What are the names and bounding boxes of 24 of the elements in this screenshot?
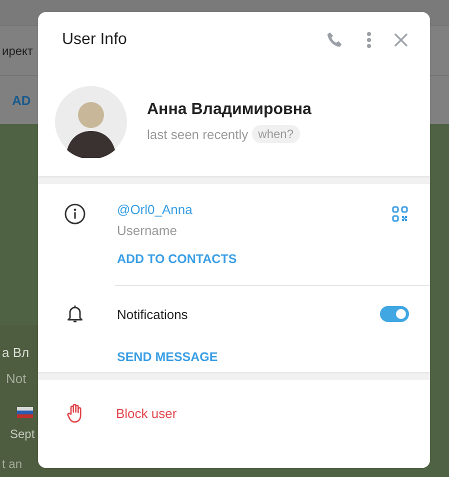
avatar[interactable] (55, 86, 127, 158)
when-button[interactable]: when? (252, 125, 300, 143)
notifications-label: Notifications (117, 306, 189, 322)
qr-code-icon[interactable] (392, 206, 408, 222)
flag-icon (17, 406, 33, 418)
more-icon[interactable] (366, 31, 372, 49)
last-seen-status: last seen recently (147, 126, 248, 142)
close-icon[interactable] (394, 33, 408, 47)
phone-icon[interactable] (326, 31, 344, 49)
add-link[interactable]: AD (12, 92, 31, 108)
add-to-contacts-link[interactable]: ADD TO CONTACTS (117, 244, 237, 274)
username-label: Username (117, 223, 178, 238)
send-message-link[interactable]: SEND MESSAGE (117, 342, 218, 372)
panel-text: Sept (10, 427, 35, 441)
profile-name: Анна Владимировна (147, 101, 312, 119)
dialog-title: User Info (62, 31, 127, 49)
panel-text: t an (2, 457, 22, 471)
panel-note: Not (6, 371, 26, 388)
notifications-toggle[interactable] (380, 306, 409, 322)
username-link[interactable]: @Orl0_Anna (117, 202, 392, 217)
panel-name: а Вл (2, 345, 30, 362)
search-text: ирект (2, 44, 33, 58)
block-user-button[interactable]: Block user (116, 406, 177, 420)
info-icon (64, 203, 86, 225)
